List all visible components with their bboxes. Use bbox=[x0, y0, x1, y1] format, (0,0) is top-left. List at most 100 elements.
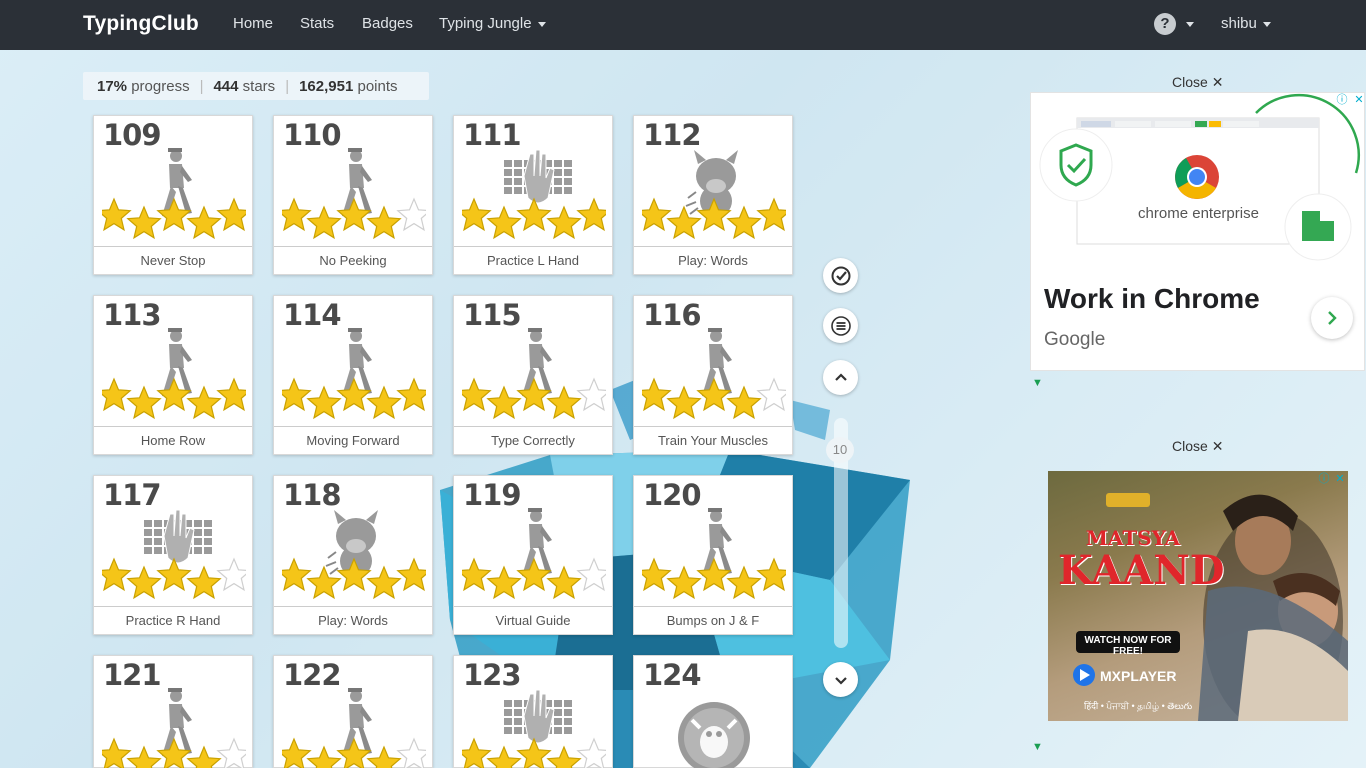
lesson-card-111[interactable]: 111 Practice L Hand bbox=[453, 115, 613, 275]
lesson-card-123[interactable]: 123 bbox=[453, 655, 613, 768]
ad-next-button[interactable] bbox=[1311, 297, 1353, 339]
ad-title-line2: KAAND bbox=[1058, 547, 1225, 594]
lesson-stars bbox=[276, 376, 432, 424]
star-icon bbox=[276, 557, 312, 592]
ad-matsya-kaand[interactable]: MATSYA KAAND WATCH NOW FOR FREE! MXPLAYE… bbox=[1048, 471, 1348, 721]
star-icon bbox=[336, 557, 372, 592]
chrome-enterprise-graphic bbox=[1039, 93, 1360, 261]
lesson-card-118[interactable]: 118 Play: Words bbox=[273, 475, 433, 635]
star-icon bbox=[486, 565, 522, 600]
lesson-title: Type Correctly bbox=[454, 426, 612, 454]
star-icon bbox=[126, 745, 162, 768]
star-icon bbox=[726, 385, 762, 420]
ad-close-icon[interactable]: ✕ bbox=[1352, 93, 1366, 107]
star-icon bbox=[396, 377, 432, 412]
star-icon bbox=[456, 377, 492, 412]
close-ad-label: Close bbox=[1172, 74, 1208, 90]
star-icon bbox=[486, 205, 522, 240]
lesson-card-124[interactable]: 124 bbox=[633, 655, 793, 768]
chevron-down-icon bbox=[834, 676, 847, 685]
star-icon bbox=[306, 205, 342, 240]
stars-count: 444 bbox=[213, 77, 239, 95]
star-icon bbox=[366, 745, 402, 768]
star-icon bbox=[126, 385, 162, 420]
star-icon bbox=[126, 205, 162, 240]
ad-platform: MXPLAYER bbox=[1100, 668, 1177, 684]
lesson-card-112[interactable]: 112 Play: Words bbox=[633, 115, 793, 275]
menu-button[interactable] bbox=[823, 308, 858, 343]
star-icon bbox=[216, 737, 252, 768]
star-icon bbox=[456, 557, 492, 592]
ad-info-icon[interactable]: ⓘ bbox=[1335, 93, 1349, 107]
chevron-down-icon bbox=[1262, 21, 1271, 27]
lesson-stars bbox=[636, 556, 792, 604]
ad-advertiser: Google bbox=[1044, 329, 1106, 350]
lesson-card-121[interactable]: 121 bbox=[93, 655, 253, 768]
menu-icon bbox=[830, 315, 851, 336]
star-icon bbox=[216, 377, 252, 412]
user-name: shibu bbox=[1221, 15, 1257, 32]
adchoices-icon[interactable]: ▼ bbox=[1032, 741, 1043, 753]
lesson-card-116[interactable]: 116 Train Your Muscles bbox=[633, 295, 793, 455]
lesson-title: Play: Words bbox=[274, 606, 432, 634]
lesson-card-113[interactable]: 113 Home Row bbox=[93, 295, 253, 455]
close-ad-2-button[interactable]: Close ✕ bbox=[1172, 438, 1223, 455]
lesson-card-117[interactable]: 117 Practice R Hand bbox=[93, 475, 253, 635]
star-icon bbox=[186, 205, 222, 240]
star-icon bbox=[666, 385, 702, 420]
points-count: 162,951 bbox=[299, 77, 354, 95]
star-icon bbox=[396, 197, 432, 232]
user-menu[interactable]: shibu bbox=[1221, 15, 1271, 32]
lesson-card-120[interactable]: 120 Bumps on J & F bbox=[633, 475, 793, 635]
star-icon bbox=[396, 737, 432, 768]
brand-logo[interactable]: TypingClub bbox=[83, 12, 199, 36]
lesson-title: Moving Forward bbox=[274, 426, 432, 454]
lesson-card-122[interactable]: 122 bbox=[273, 655, 433, 768]
help-icon[interactable]: ? bbox=[1154, 13, 1176, 35]
star-icon bbox=[546, 385, 582, 420]
star-icon bbox=[726, 205, 762, 240]
star-icon bbox=[276, 377, 312, 412]
lesson-card-109[interactable]: 109 Never Stop bbox=[93, 115, 253, 275]
star-icon bbox=[276, 737, 312, 768]
star-icon bbox=[576, 377, 612, 412]
scroll-down-button[interactable] bbox=[823, 662, 858, 697]
lesson-card-114[interactable]: 114 Moving Forward bbox=[273, 295, 433, 455]
lesson-card-115[interactable]: 115 Type Correctly bbox=[453, 295, 613, 455]
lesson-title: Practice R Hand bbox=[94, 606, 252, 634]
nav-badges[interactable]: Badges bbox=[362, 15, 413, 32]
star-icon bbox=[696, 197, 732, 232]
star-icon bbox=[156, 377, 192, 412]
lesson-stars bbox=[456, 196, 612, 244]
check-circle-icon bbox=[831, 266, 850, 285]
lesson-card-110[interactable]: 110 No Peeking bbox=[273, 115, 433, 275]
ad-info-icon[interactable]: ⓘ bbox=[1317, 472, 1331, 486]
chevron-down-icon[interactable] bbox=[1186, 22, 1194, 27]
scroll-up-button[interactable] bbox=[823, 360, 858, 395]
lesson-stars bbox=[636, 376, 792, 424]
nav-stats[interactable]: Stats bbox=[300, 15, 334, 32]
lesson-stars bbox=[96, 736, 252, 768]
chevron-right-icon bbox=[1328, 311, 1337, 325]
ad-close-icon[interactable]: ✕ bbox=[1333, 472, 1347, 486]
star-icon bbox=[336, 197, 372, 232]
star-icon bbox=[216, 197, 252, 232]
scroll-page-indicator[interactable]: 10 bbox=[826, 437, 854, 463]
ad-chrome-enterprise[interactable]: chrome enterprise Work in Chrome Google bbox=[1030, 92, 1365, 371]
star-icon bbox=[306, 745, 342, 768]
adchoices-icon[interactable]: ▼ bbox=[1032, 377, 1043, 389]
star-icon bbox=[336, 377, 372, 412]
star-icon bbox=[756, 197, 792, 232]
nav-home[interactable]: Home bbox=[233, 15, 273, 32]
star-icon bbox=[756, 377, 792, 412]
close-ad-1-button[interactable]: Close ✕ bbox=[1172, 74, 1223, 91]
ad-product-name: chrome enterprise bbox=[1138, 205, 1259, 222]
star-icon bbox=[666, 565, 702, 600]
nav-typing-jungle[interactable]: Typing Jungle bbox=[439, 15, 546, 32]
star-icon bbox=[96, 737, 132, 768]
star-icon bbox=[516, 737, 552, 768]
star-icon bbox=[276, 197, 312, 232]
lesson-card-119[interactable]: 119 Virtual Guide bbox=[453, 475, 613, 635]
check-progress-button[interactable] bbox=[823, 258, 858, 293]
star-icon bbox=[636, 377, 672, 412]
